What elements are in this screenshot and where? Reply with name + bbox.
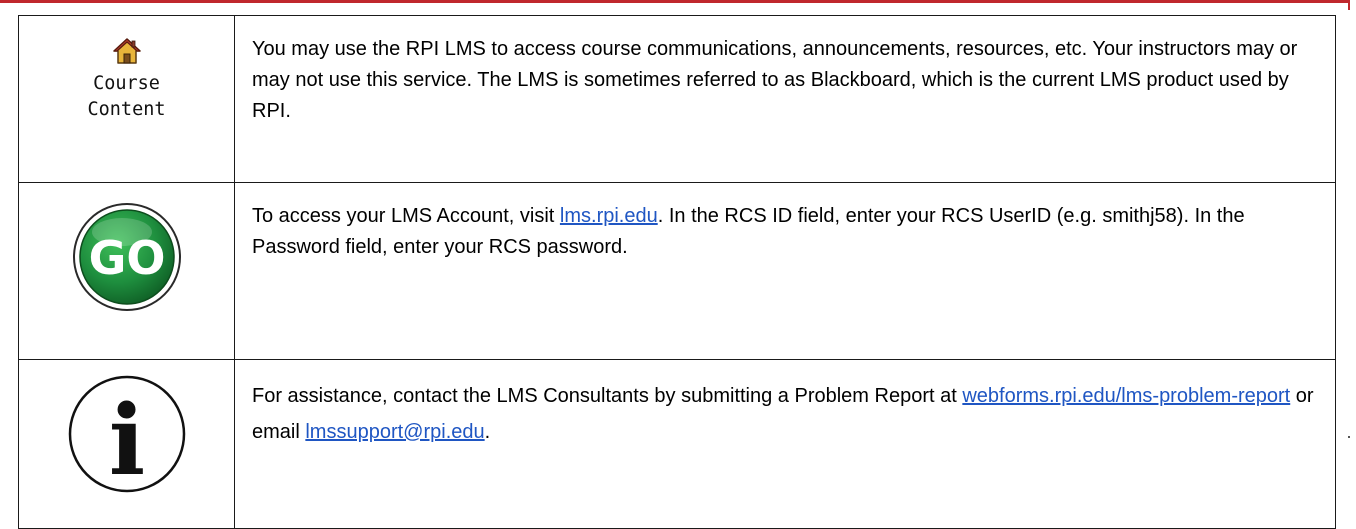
course-content-cell: Course Content bbox=[18, 15, 235, 183]
home-icon bbox=[112, 38, 141, 64]
lms-description-text: You may use the RPI LMS to access course… bbox=[234, 15, 1336, 183]
lms-rpi-link[interactable]: lms.rpi.edu bbox=[560, 205, 658, 227]
go-icon: GO bbox=[72, 203, 181, 311]
top-accent-rule bbox=[0, 0, 1350, 3]
support-text-before: For assistance, contact the LMS Consulta… bbox=[252, 385, 963, 407]
table-row: i For assistance, contact the LMS Consul… bbox=[18, 359, 1336, 529]
info-cell: i bbox=[18, 359, 235, 529]
access-text-before: To access your LMS Account, visit bbox=[252, 205, 560, 227]
table-row: GO To access your LMS Account, visit lms… bbox=[18, 182, 1336, 360]
course-content-label: Course Content bbox=[20, 71, 233, 123]
lms-support-email-link[interactable]: lmssupport@rpi.edu bbox=[305, 421, 484, 443]
go-cell: GO bbox=[18, 182, 235, 360]
svg-text:i: i bbox=[108, 384, 144, 494]
support-text-after: . bbox=[484, 421, 491, 443]
course-label-line-2: Content bbox=[87, 99, 166, 120]
lms-access-text: To access your LMS Account, visit lms.rp… bbox=[234, 182, 1336, 360]
info-icon: i bbox=[68, 375, 185, 494]
table-row: Course Content You may use the RPI LMS t… bbox=[18, 15, 1336, 183]
course-label-line-1: Course bbox=[93, 73, 160, 94]
svg-text:GO: GO bbox=[88, 231, 165, 285]
top-accent-rule-cap bbox=[1348, 0, 1350, 10]
lms-support-text: For assistance, contact the LMS Consulta… bbox=[234, 359, 1336, 529]
problem-report-link[interactable]: webforms.rpi.edu/lms-problem-report bbox=[962, 385, 1290, 407]
stray-mark bbox=[1348, 436, 1350, 438]
lms-info-table: Course Content You may use the RPI LMS t… bbox=[18, 15, 1336, 529]
